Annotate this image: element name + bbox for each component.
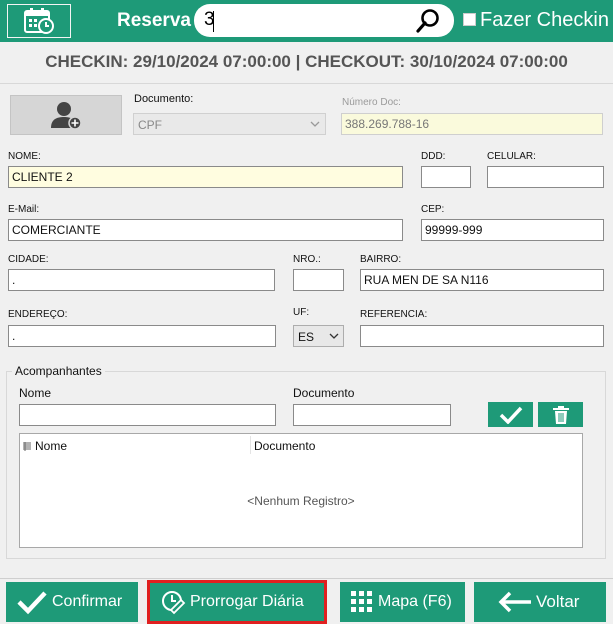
bairro-field[interactable]: RUA MEN DE SA N116 (360, 269, 604, 291)
cidade-label: CIDADE: (8, 254, 49, 265)
checkmark-icon (499, 406, 522, 424)
cep-label: CEP: (421, 204, 445, 215)
fazer-checkin-label: Fazer Checkin (480, 9, 609, 31)
arrow-left-icon (498, 591, 531, 613)
documento-select[interactable]: CPF (133, 113, 326, 135)
nome-field[interactable]: CLIENTE 2 (8, 166, 403, 188)
referencia-field[interactable] (360, 325, 604, 347)
add-acompanhante-button[interactable] (488, 402, 533, 427)
column-divider (250, 436, 251, 454)
nro-field[interactable] (293, 269, 344, 291)
grid-header-nome[interactable]: Nome (35, 439, 67, 453)
divider (0, 83, 613, 84)
footer-divider (0, 578, 613, 579)
documento-label: Documento: (134, 93, 194, 105)
search-icon[interactable] (415, 8, 441, 34)
top-bar: Reserva Fazer Checkin (0, 0, 613, 42)
trash-icon (552, 405, 569, 424)
email-label: E-Mail: (8, 204, 40, 215)
celular-label: CELULAR: (487, 151, 536, 162)
highlight-box (147, 580, 327, 624)
email-field[interactable]: COMERCIANTE (8, 219, 403, 241)
voltar-button[interactable]: Voltar (474, 582, 606, 622)
calendar-clock-icon (24, 8, 54, 34)
grid-header-documento[interactable]: Documento (254, 439, 315, 453)
mapa-label: Mapa (F6) (378, 593, 452, 610)
column-chooser-icon[interactable] (23, 442, 31, 451)
confirmar-label: Confirmar (52, 593, 123, 610)
checkmark-icon (17, 591, 47, 615)
checkin-checkout-dates: CHECKIN: 29/10/2024 07:00:00 | CHECKOUT:… (45, 52, 568, 71)
mapa-button[interactable]: Mapa (F6) (340, 582, 465, 622)
ddd-label: DDD: (421, 151, 446, 162)
acompanhantes-title: Acompanhantes (12, 364, 105, 378)
acompanhantes-grid[interactable]: Nome Documento <Nenhum Registro> (19, 433, 583, 548)
reserva-search-input[interactable] (204, 9, 404, 31)
add-photo-button[interactable] (10, 95, 122, 135)
reserva-label: Reserva (117, 10, 191, 31)
cep-field[interactable]: 99999-999 (421, 219, 604, 241)
endereco-field[interactable]: . (8, 325, 276, 347)
add-user-icon (51, 102, 82, 130)
bairro-label: BAIRRO: (360, 254, 402, 265)
acompanhante-nome-field[interactable] (19, 404, 276, 426)
acompanhante-documento-label: Documento (293, 386, 355, 400)
delete-acompanhante-button[interactable] (538, 402, 583, 427)
numero-doc-label: Número Doc: (342, 97, 401, 108)
voltar-label: Voltar (536, 592, 580, 611)
text-caret (213, 11, 214, 32)
celular-field[interactable] (487, 166, 604, 188)
ddd-field[interactable] (421, 166, 471, 188)
empty-grid-message: <Nenhum Registro> (247, 494, 355, 508)
calendar-button[interactable] (7, 4, 71, 38)
referencia-label: REFERENCIA: (360, 309, 428, 320)
reserva-search-box[interactable] (194, 4, 454, 37)
confirmar-button[interactable]: Confirmar (6, 582, 138, 622)
uf-value: ES (298, 330, 315, 344)
grid-icon (351, 591, 372, 612)
chevron-down-icon (310, 121, 320, 127)
cidade-field[interactable]: . (8, 269, 275, 291)
nro-label: NRO.: (293, 254, 321, 265)
documento-value: CPF (138, 118, 162, 132)
uf-select[interactable]: ES (293, 325, 344, 347)
nome-label: NOME: (8, 151, 41, 162)
chevron-down-icon (329, 333, 339, 339)
endereco-label: ENDEREÇO: (8, 309, 68, 320)
acompanhante-nome-label: Nome (19, 386, 52, 400)
acompanhante-documento-field[interactable] (293, 404, 451, 426)
fazer-checkin-checkbox[interactable] (463, 13, 476, 26)
numero-doc-field[interactable]: 388.269.788-16 (341, 113, 603, 135)
uf-label: UF: (293, 307, 310, 318)
